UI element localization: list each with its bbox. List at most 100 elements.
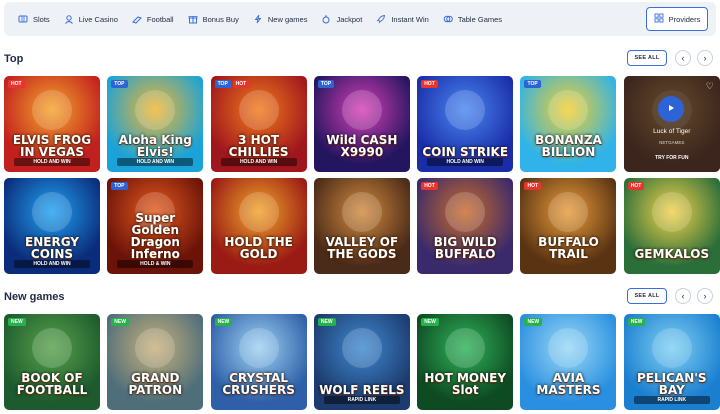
game-subtitle: RAPID LINK	[633, 396, 710, 404]
grid-icon	[654, 13, 664, 25]
game-title: HOLD THE GOLD	[224, 235, 293, 261]
nav-item-football[interactable]: Football	[131, 14, 174, 24]
new-badge: NEW	[421, 318, 439, 326]
artwork-shape	[445, 328, 486, 368]
game-title: VALLEY OF THE GODS	[325, 235, 399, 261]
next-arrow-top-button[interactable]: ›	[697, 50, 713, 66]
next-arrow-new-button[interactable]: ›	[697, 288, 713, 304]
lightning-icon	[253, 14, 263, 24]
artwork-shape	[651, 192, 692, 232]
game-tile[interactable]: Wild CASH X9990 TOP	[313, 76, 410, 172]
game-tile[interactable]: BUFFALO TRAIL HOT	[520, 178, 617, 274]
favorite-heart-icon[interactable]: ♡	[706, 81, 714, 92]
game-title: BIG WILD BUFFALO	[433, 235, 497, 261]
top-games-row-1: ELVIS FROG IN VEGAS HOLD AND WIN HOT Aloha …	[4, 76, 720, 172]
game-title: PELICAN'S BAY	[637, 371, 707, 397]
new-badge: NEW	[524, 318, 543, 326]
game-title: Aloha King Elvis!	[118, 133, 192, 159]
providers-button[interactable]: Providers	[646, 7, 708, 31]
game-tile[interactable]: WOLF REELS RAPID LINK NEW	[313, 314, 410, 410]
game-title: HOT MONEY Slot	[424, 371, 507, 397]
section-title-new: New games	[4, 291, 65, 303]
game-subtitle: HOLD AND WIN	[14, 260, 90, 268]
chevron-right-icon: ›	[703, 53, 707, 63]
live-casino-icon	[64, 14, 74, 24]
new-badge: NEW	[627, 318, 646, 326]
nav-item-label: New games	[267, 14, 308, 24]
nav-item-label: Football	[146, 14, 174, 24]
nav-item-jackpot[interactable]: Jackpot	[321, 14, 362, 24]
game-subtitle: RAPID LINK	[323, 396, 400, 404]
game-title: GEMKALOS	[634, 247, 710, 261]
game-tile[interactable]: PELICAN'S BAY RAPID LINK NEW	[623, 314, 720, 410]
game-tile[interactable]: Lucky TigerLuck of TigerNETGAMESTRY FOR …	[623, 76, 720, 172]
game-subtitle: HOLD AND WIN	[427, 158, 504, 166]
nav-item-live-casino[interactable]: Live Casino	[64, 14, 118, 24]
game-subtitle: HOLD AND WIN	[14, 158, 90, 166]
slots-icon	[18, 14, 28, 24]
gift-icon	[188, 14, 198, 24]
nav-item-label: Jackpot	[336, 14, 363, 24]
game-tile[interactable]: GEMKALOS HOT	[623, 178, 720, 274]
game-tile[interactable]: BIG WILD BUFFALO HOT	[417, 178, 514, 274]
hot-badge: HOT	[8, 80, 25, 88]
game-tile[interactable]: GRAND PATRON NEW	[107, 314, 204, 410]
artwork-shape	[445, 192, 486, 232]
providers-label: Providers	[668, 14, 701, 24]
top-badge: TOP	[111, 182, 128, 190]
game-tile[interactable]: ENERGY COINS HOLD AND WIN	[4, 178, 100, 274]
game-title: GRAND PATRON	[128, 371, 183, 397]
game-tile[interactable]: Super Golden Dragon Inferno HOLD & WIN TOP	[107, 178, 204, 274]
play-button[interactable]	[657, 96, 684, 122]
game-title: ELVIS FROG IN VEGAS	[12, 133, 92, 159]
artwork-shape	[341, 192, 382, 232]
nav-item-label: Slots	[33, 14, 50, 24]
top-badge: TOP	[214, 80, 231, 88]
new-games-row: BOOK OF FOOTBALL NEW GRAND PATRON NEW CRYSTA…	[4, 314, 720, 410]
game-tile[interactable]: BOOK OF FOOTBALL NEW	[4, 314, 100, 410]
artwork-shape	[238, 192, 279, 232]
game-title: BUFFALO TRAIL	[538, 235, 599, 261]
play-icon	[666, 100, 676, 118]
top-badge: TOP	[524, 80, 541, 88]
artwork-shape	[32, 90, 72, 130]
game-tile[interactable]: VALLEY OF THE GODS	[313, 178, 410, 274]
game-tile[interactable]: BONANZA BILLION TOP	[520, 76, 617, 172]
game-tile[interactable]: 3 HOT CHILLIES HOLD AND WIN TOP HOT	[210, 76, 307, 172]
nav-item-table-games[interactable]: Table Games	[443, 14, 502, 24]
artwork-shape	[32, 328, 72, 368]
section-title-top: Top	[4, 53, 24, 65]
game-tile[interactable]: HOT MONEY Slot NEW	[417, 314, 514, 410]
new-badge: NEW	[317, 318, 336, 326]
see-all-top-button[interactable]: SEE ALL	[627, 50, 667, 66]
see-all-new-button[interactable]: SEE ALL	[627, 288, 667, 304]
chevron-left-icon: ‹	[681, 53, 685, 63]
game-tile[interactable]: ELVIS FROG IN VEGAS HOLD AND WIN HOT	[4, 76, 100, 172]
nav-item-instant-win[interactable]: Instant Win	[376, 14, 429, 24]
game-title: 3 HOT CHILLIES	[228, 133, 289, 159]
nav-item-slots[interactable]: Slots	[18, 14, 50, 24]
game-tile[interactable]: CRYSTAL CRUSHERS NEW	[210, 314, 307, 410]
try-for-fun-link[interactable]: TRY FOR FUN	[624, 155, 720, 161]
top-badge: TOP	[111, 80, 128, 88]
new-badge: NEW	[214, 318, 233, 326]
chips-icon	[443, 14, 453, 24]
category-nav: Slots Live Casino Football Bonus Buy New gam…	[4, 2, 716, 36]
game-tile[interactable]: HOLD THE GOLD	[210, 178, 307, 274]
prev-arrow-top-button[interactable]: ‹	[675, 50, 691, 66]
prev-arrow-new-button[interactable]: ‹	[675, 288, 691, 304]
nav-item-new-games[interactable]: New games	[253, 14, 308, 24]
game-tile[interactable]: AVIA MASTERS NEW	[520, 314, 617, 410]
rocket-icon	[376, 14, 386, 24]
artwork-shape	[651, 328, 692, 368]
hot-badge: HOT	[627, 182, 645, 190]
game-subtitle: HOLD AND WIN	[117, 158, 194, 166]
nav-item-label: Live Casino	[78, 14, 118, 24]
nav-item-bonus-buy[interactable]: Bonus Buy	[188, 14, 239, 24]
game-tile[interactable]: COIN STRIKE HOLD AND WIN HOT	[417, 76, 514, 172]
game-tile[interactable]: Aloha King Elvis! HOLD AND WIN TOP	[107, 76, 204, 172]
artwork-shape	[238, 90, 279, 130]
artwork-shape	[341, 90, 382, 130]
nav-item-label: Table Games	[457, 14, 503, 24]
game-title: BOOK OF FOOTBALL	[16, 371, 88, 397]
